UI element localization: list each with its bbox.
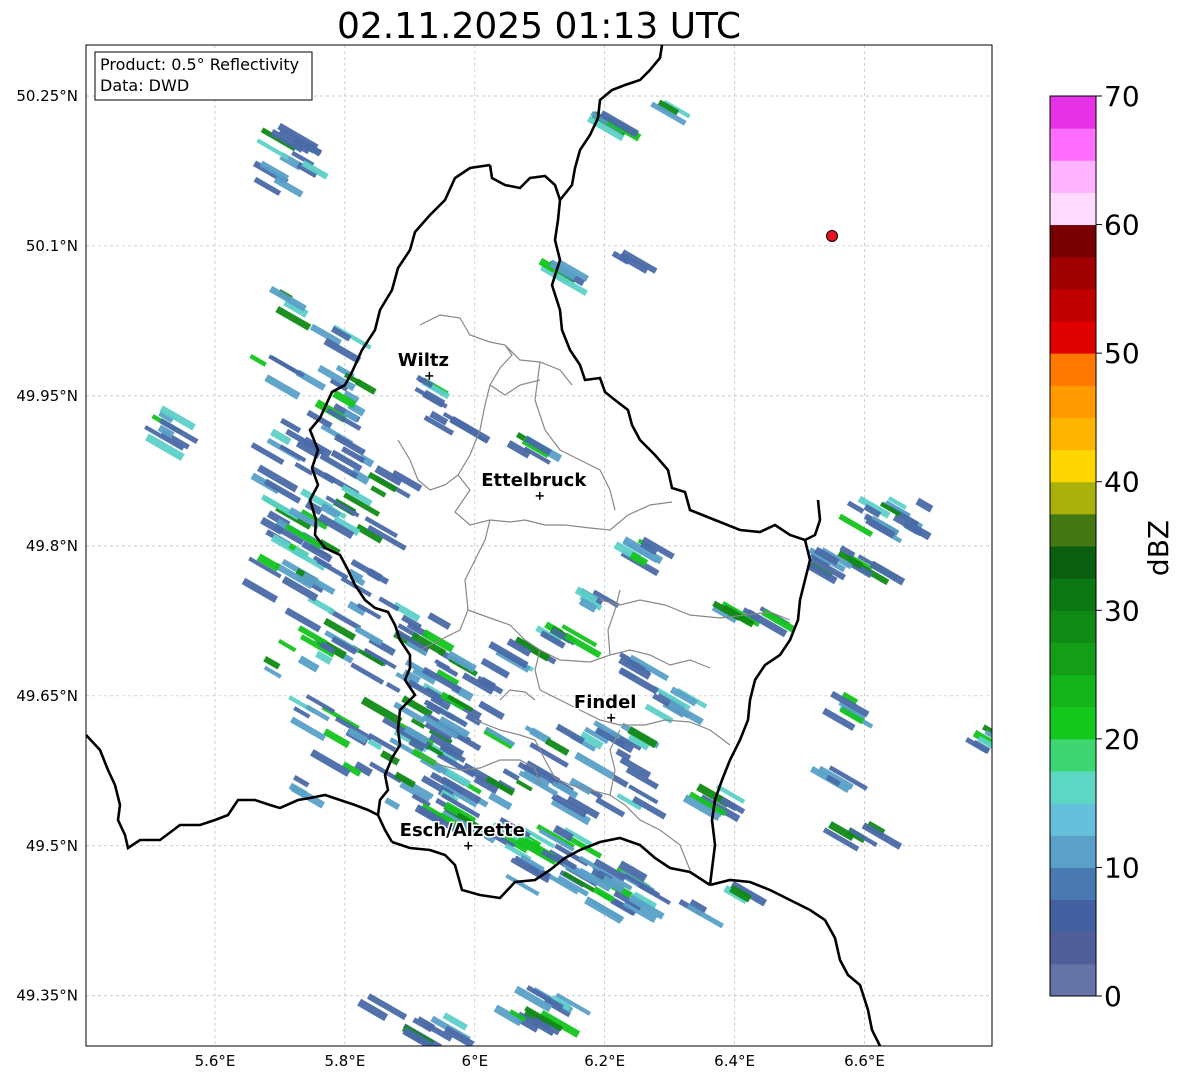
city-label: Ettelbruck <box>481 470 587 491</box>
product-label: Product: 0.5° Reflectivity <box>100 55 299 74</box>
colorbar-swatch <box>1050 192 1096 226</box>
colorbar-swatch <box>1050 128 1096 161</box>
colorbar-swatch <box>1050 96 1096 129</box>
colorbar-label: dBZ <box>1142 520 1175 576</box>
colorbar-swatch <box>1050 610 1096 643</box>
colorbar-swatch <box>1050 256 1096 290</box>
lon-tick-label: 5.8°E <box>324 1052 365 1070</box>
colorbar-swatch <box>1050 803 1096 836</box>
colorbar-swatch <box>1050 481 1096 515</box>
lat-tick-label: 49.65°N <box>16 687 78 705</box>
colorbar-swatch <box>1050 771 1096 804</box>
colorbar-swatch <box>1050 674 1096 708</box>
colorbar-swatch <box>1050 578 1096 611</box>
city-label: Findel <box>574 692 637 713</box>
colorbar-swatch <box>1050 899 1096 933</box>
colorbar-tick-label: 70 <box>1104 80 1140 113</box>
colorbar-swatch <box>1050 642 1096 676</box>
colorbar-tick-label: 30 <box>1104 594 1140 627</box>
city-label: Esch/Alzette <box>400 820 525 841</box>
map-title: 02.11.2025 01:13 UTC <box>337 6 741 47</box>
radar-map-figure: 02.11.2025 01:13 UTC Wiltz Ettelbruck Fi… <box>0 0 1184 1081</box>
colorbar-swatch <box>1050 706 1096 740</box>
lat-tick-label: 49.8°N <box>26 537 78 555</box>
colorbar-tick-label: 10 <box>1104 851 1140 884</box>
colorbar-swatch <box>1050 738 1096 772</box>
lon-tick-label: 6°E <box>462 1052 489 1070</box>
lon-tick-label: 6.6°E <box>844 1052 885 1070</box>
colorbar-tick-label: 50 <box>1104 337 1140 370</box>
colorbar-swatch <box>1050 321 1096 354</box>
colorbar-tick-label: 40 <box>1104 466 1140 499</box>
lon-tick-label: 6.2°E <box>584 1052 625 1070</box>
lat-tick-label: 49.95°N <box>16 387 78 405</box>
lat-tick-label: 50.25°N <box>16 87 78 105</box>
lat-tick-label: 49.35°N <box>16 987 78 1005</box>
colorbar-swatch <box>1050 385 1096 418</box>
colorbar-swatch <box>1050 835 1096 868</box>
colorbar-swatch <box>1050 417 1096 451</box>
colorbar-swatch <box>1050 867 1096 901</box>
radar-site-marker <box>826 229 839 242</box>
map-plot-area: Wiltz Ettelbruck Findel Esch/Alzette <box>85 44 993 1047</box>
colorbar-tick-label: 60 <box>1104 209 1140 242</box>
colorbar-tick-label: 20 <box>1104 723 1140 756</box>
colorbar-tick-label: 0 <box>1104 980 1122 1013</box>
colorbar-swatch <box>1050 963 1096 997</box>
figure-canvas: 02.11.2025 01:13 UTC WiltzEttelbruckFind… <box>16 6 1175 1070</box>
product-info-box: Product: 0.5° Reflectivity Data: DWD <box>94 51 313 101</box>
data-source-label: Data: DWD <box>100 76 189 95</box>
lon-tick-label: 5.6°E <box>195 1052 236 1070</box>
lat-tick-label: 50.1°N <box>26 237 78 255</box>
lon-tick-label: 6.4°E <box>714 1052 755 1070</box>
colorbar: 0 10 20 30 40 50 60 70 dBZ <box>1049 80 1175 1013</box>
colorbar-swatch <box>1050 546 1096 579</box>
colorbar-swatch <box>1050 288 1096 322</box>
colorbar-swatch <box>1050 449 1096 483</box>
colorbar-swatch <box>1050 513 1096 547</box>
colorbar-swatch <box>1050 160 1096 193</box>
colorbar-swatch <box>1050 353 1096 386</box>
city-label: Wiltz <box>398 350 449 371</box>
colorbar-swatch <box>1050 931 1096 965</box>
lat-tick-label: 49.5°N <box>26 837 78 855</box>
colorbar-swatch <box>1050 224 1096 258</box>
